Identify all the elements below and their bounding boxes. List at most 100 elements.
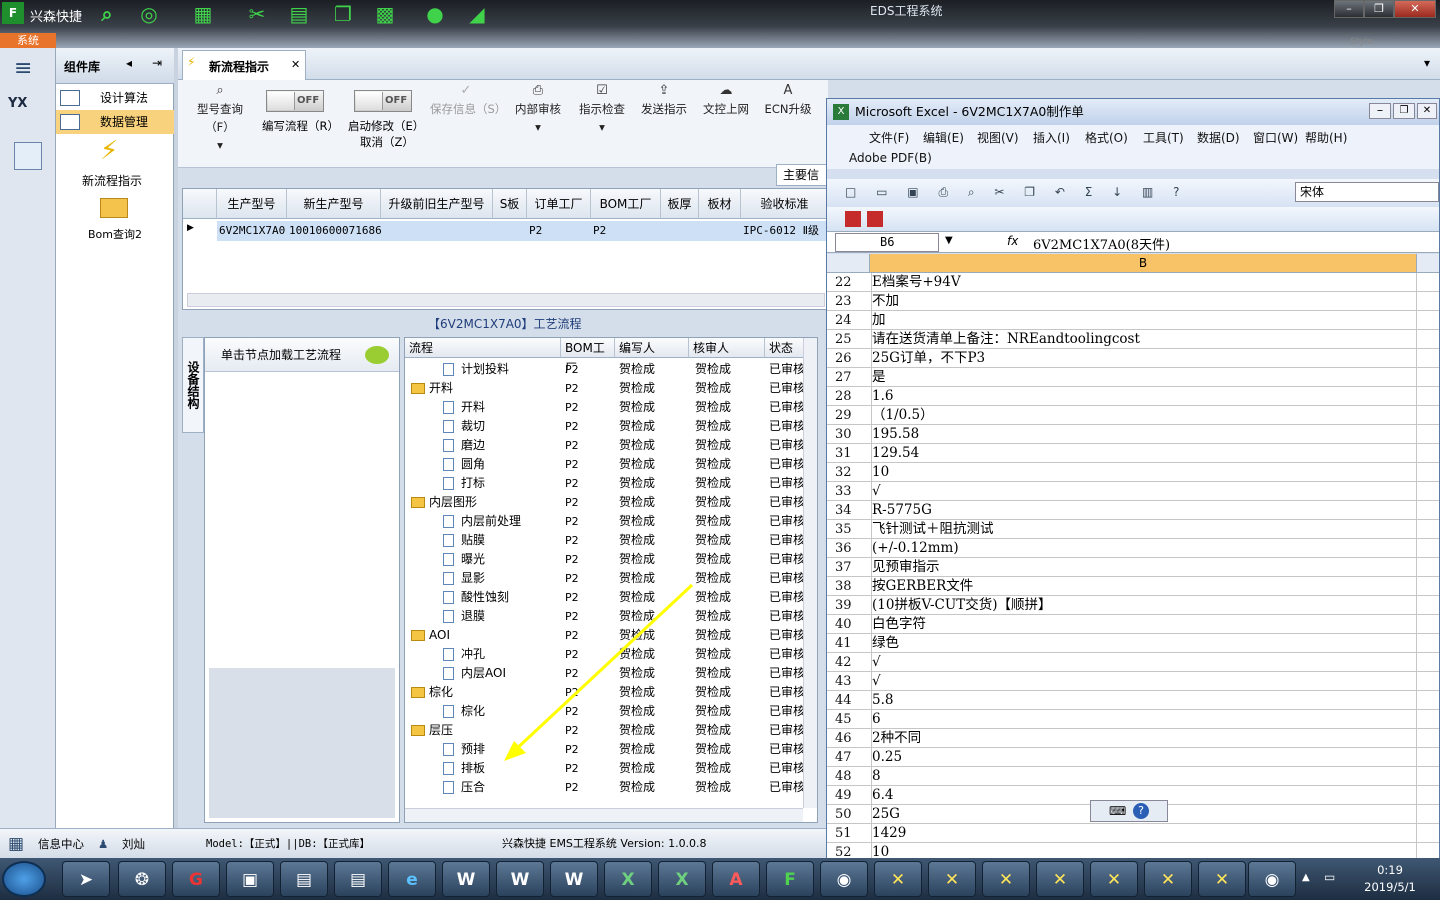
bom-query-label[interactable]: Bom查询2	[88, 226, 142, 242]
excel-restore-button[interactable]: ❐	[1393, 103, 1415, 119]
search-icon[interactable]: ⌕	[94, 2, 120, 26]
excel-minimize-button[interactable]: –	[1369, 103, 1391, 119]
cell-b[interactable]: 129.54	[871, 444, 1417, 463]
lifebuoy-icon[interactable]: ◎	[136, 2, 162, 26]
taskbar-ie-icon[interactable]: e	[388, 861, 436, 897]
info-center-link[interactable]: 信息中心	[38, 829, 84, 859]
menu-data[interactable]: 数据(D)	[1197, 129, 1240, 146]
start-modify-toggle[interactable]: OFF	[354, 90, 412, 112]
tab-new-flow[interactable]: ⚡ 新流程指示 ✕	[182, 50, 306, 80]
folder-icon[interactable]	[100, 198, 128, 218]
write-flow-toggle[interactable]: OFF	[266, 90, 324, 112]
tray-arrow-icon[interactable]: ▲	[1302, 872, 1310, 883]
cell-b[interactable]: 6	[871, 710, 1417, 729]
copy-icon[interactable]: ❐	[330, 2, 356, 26]
cell-b[interactable]: 飞针测试＋阻抗测试	[871, 520, 1417, 539]
save-info-button[interactable]: ✓ 保存信息（S）	[430, 82, 506, 118]
start-button[interactable]	[2, 861, 46, 897]
row-number[interactable]: 23	[835, 292, 869, 311]
scissors-icon[interactable]: ✂	[244, 2, 270, 26]
cell-b[interactable]: 见预审指示	[871, 558, 1417, 577]
sheet-row[interactable]: 44 5.8	[827, 691, 1439, 710]
menu-view[interactable]: 视图(V)	[977, 129, 1019, 146]
row-number[interactable]: 35	[835, 520, 869, 539]
horizontal-scrollbar[interactable]	[187, 293, 825, 307]
sheet-row[interactable]: 27 是	[827, 368, 1439, 387]
help-icon[interactable]: ?	[1133, 803, 1149, 819]
cell-b[interactable]: （1/0.5）	[871, 406, 1417, 425]
system-menu[interactable]: 系统	[0, 33, 56, 48]
taskbar-excel-icon[interactable]: ✕	[1198, 861, 1246, 897]
sheet-row[interactable]: 35 飞针测试＋阻抗测试	[827, 520, 1439, 539]
menu-file[interactable]: 文件(F)	[869, 129, 909, 146]
taskbar-eye-icon[interactable]: ◉	[1248, 861, 1296, 897]
sheet-row[interactable]: 34 R-5775G	[827, 501, 1439, 520]
row-number[interactable]: 24	[835, 311, 869, 330]
send-instruction-button[interactable]: ⇪ 发送指示	[636, 82, 692, 118]
collapse-left-icon[interactable]: ◂	[126, 56, 132, 70]
cell-b[interactable]: √	[871, 482, 1417, 501]
cell-b[interactable]: √	[871, 653, 1417, 672]
cell-b[interactable]: 绿色	[871, 634, 1417, 653]
sheet-row[interactable]: 24 加	[827, 311, 1439, 330]
row-number[interactable]: 30	[835, 425, 869, 444]
cell-b[interactable]: 8	[871, 767, 1417, 786]
sheet-row[interactable]: 23 不加	[827, 292, 1439, 311]
tree-row[interactable]: 贴膜 P2 贺检成 贺检成 已审核	[405, 531, 805, 550]
pdf-icon[interactable]	[845, 211, 861, 227]
sheet-row[interactable]: 47 0.25	[827, 748, 1439, 767]
cell-b[interactable]: 不加	[871, 292, 1417, 311]
taskbar-scanner-icon[interactable]: ▤	[334, 861, 382, 897]
taskbar-eye-icon[interactable]: ◉	[820, 861, 868, 897]
cell-b[interactable]: 195.58	[871, 425, 1417, 444]
sheet-row[interactable]: 37 见预审指示	[827, 558, 1439, 577]
vertical-scrollbar[interactable]	[803, 338, 817, 808]
tree-row[interactable]: 裁切 P2 贺检成 贺检成 已审核	[405, 417, 805, 436]
sheet-row[interactable]: 25 请在送货清单上备注：NREandtoolingcost	[827, 330, 1439, 349]
row-number[interactable]: 51	[835, 824, 869, 843]
tree-row[interactable]: 圆角 P2 贺检成 贺检成 已审核	[405, 455, 805, 474]
row-number[interactable]: 26	[835, 349, 869, 368]
cell-b[interactable]: 1.6	[871, 387, 1417, 406]
pin-icon[interactable]: ⇥	[152, 56, 162, 70]
chart-icon[interactable]: ◢	[464, 2, 490, 26]
taskbar-excel-icon[interactable]: ✕	[1036, 861, 1084, 897]
taskbar-excel-icon[interactable]: ✕	[1090, 861, 1138, 897]
lightning-icon[interactable]: ⚡	[100, 136, 118, 166]
cancel-button[interactable]: 取消（Z）	[360, 134, 414, 150]
taskbar-excel-icon[interactable]: X	[604, 861, 652, 897]
taskbar-ems-icon[interactable]: F	[766, 861, 814, 897]
minimize-button[interactable]: –	[1334, 0, 1364, 18]
row-number[interactable]: 32	[835, 463, 869, 482]
row-number[interactable]: 31	[835, 444, 869, 463]
tree-row[interactable]: 内层前处理 P2 贺检成 贺检成 已审核	[405, 512, 805, 531]
ecn-upgrade-button[interactable]: A ECN升级	[760, 82, 816, 118]
taskbar-g-icon[interactable]: G	[172, 861, 220, 897]
tree-row[interactable]: 曝光 P2 贺检成 贺检成 已审核	[405, 550, 805, 569]
pdf-icon[interactable]	[867, 211, 883, 227]
taskbar-acrobat-icon[interactable]: A	[712, 861, 760, 897]
close-button[interactable]: ✕	[1394, 0, 1436, 18]
row-number[interactable]: 41	[835, 634, 869, 653]
sheet-row[interactable]: 40 白色字符	[827, 615, 1439, 634]
sheet-row[interactable]: 30 195.58	[827, 425, 1439, 444]
taskbar-excel-icon[interactable]: ✕	[874, 861, 922, 897]
namebox-dropdown-icon[interactable]: ▼	[945, 235, 953, 246]
sheet-row[interactable]: 43 √	[827, 672, 1439, 691]
taskbar-excel-icon[interactable]: X	[658, 861, 706, 897]
sheet-row[interactable]: 36 (+/-0.12mm)	[827, 539, 1439, 558]
tree-row[interactable]: 开料 P2 贺检成 贺检成 已审核	[405, 398, 805, 417]
cell-b[interactable]: 2种不同	[871, 729, 1417, 748]
row-number[interactable]: 39	[835, 596, 869, 615]
cell-b[interactable]: E档案号+94V	[871, 273, 1417, 292]
menu-tools[interactable]: 工具(T)	[1143, 129, 1184, 146]
menu-window[interactable]: 窗口(W)	[1253, 129, 1298, 146]
sheet-row[interactable]: 29 （1/0.5）	[827, 406, 1439, 425]
row-number[interactable]: 47	[835, 748, 869, 767]
sheet-row[interactable]: 51 1429	[827, 824, 1439, 843]
taskbar-scanner-icon[interactable]: ▤	[280, 861, 328, 897]
component-item-data[interactable]: 数据管理	[56, 110, 174, 134]
tab-menu-icon[interactable]: ▾	[1424, 56, 1430, 70]
sheet-row[interactable]: 42 √	[827, 653, 1439, 672]
tree-row[interactable]: 打标 P2 贺检成 贺检成 已审核	[405, 474, 805, 493]
